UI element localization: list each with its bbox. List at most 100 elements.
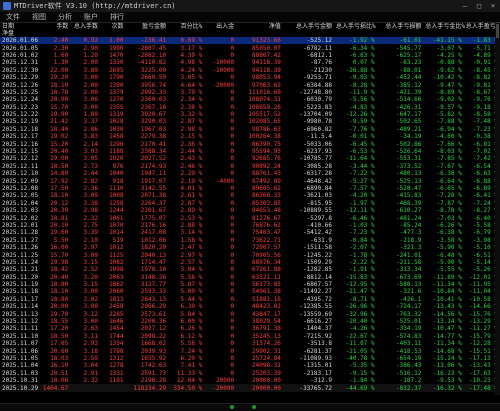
table-cell: 0 (230, 266, 235, 274)
column-header[interactable]: 百分比% (168, 23, 204, 37)
table-row[interactable]: 2025.12.15 20.40 3.03 1188 2388.34 2.44 % 0 955… (0, 148, 500, 155)
table-row[interactable]: 2025.11.19 18.80 3.15 1862 3127.77 5.87 % 0 561… (0, 281, 500, 288)
table-row[interactable]: 2025.12.03 20.30 2.98 1244 2301.67 2.89 % 0 846… (0, 207, 500, 214)
table-cell: -8.03 % (436, 148, 462, 156)
table-row[interactable]: 2025.12.16 15.20 2.14 1296 2170.41 2.36 % 0 863… (0, 140, 500, 148)
date-cell: 2025.12.31 (2, 59, 39, 67)
table-row[interactable]: 2025.11.28 19.60 3.39 1014 2417.08 3.14 % 0 754… (0, 229, 500, 236)
column-header[interactable]: 盈亏金额 (126, 23, 169, 37)
table-cell: 0 (230, 244, 235, 252)
table-row[interactable]: 2026.01.06 2.40 0.92 1.00 -236.41 0.69 % 0 9132… (0, 37, 500, 45)
table-row[interactable]: 2025.11.25 15.70 3.09 1125 2040.13 2.97 % 0 709… (0, 251, 500, 259)
table-row[interactable]: 2025.12.01 20.10 2.75 1070 2176.16 2.88 % 0 768… (0, 222, 500, 229)
table-row[interactable]: 2025.11.20 20.40 3.20 2063 3148.26 5.56 % 0 633… (0, 274, 500, 281)
table-cell: -40.78 % (345, 354, 375, 362)
table-row[interactable]: 2025.12.22 19.90 1.89 1319 3020.67 3.32 % 0 105… (0, 111, 500, 118)
table-cell: 2264.37 (140, 199, 167, 207)
date-cell: 2025.11.05 (2, 354, 39, 362)
table-row[interactable]: 2025.11.05 18.03 2.59 1312 1655.92 6.29 % 0 257… (0, 355, 500, 362)
table-row[interactable]: 2025.11.04 16.10 3.04 1278 1742.63 7.41 % 0 240… (0, 362, 500, 369)
table-cell: 5.00 % (180, 288, 203, 296)
table-row[interactable]: 2025.12.23 15.70 3.00 1355 2367.18 2.38 % 0 108… (0, 104, 500, 111)
column-header[interactable]: 次数 (100, 23, 126, 37)
column-header[interactable]: 总入手亏损额 (377, 23, 424, 37)
table-row[interactable]: 2025.12.24 20.90 3.06 1270 2360.03 2.34 % 0 108… (0, 96, 500, 103)
table-row[interactable]: 2025.12.26 18.10 2.00 1390 3956.74 4.64 % -200… (0, 81, 500, 89)
table-row[interactable]: 2025.11.18 18.10 3.00 2060 2593.33 5.00 % 0 549… (0, 288, 500, 295)
table-row[interactable]: 2025.11.07 17.05 2.93 1334 1668.02 5.58 % 0 315… (0, 340, 500, 347)
table-row[interactable]: 2025.11.10 18.50 3.11 1744 2098.22 6.12 % 0 352… (0, 333, 500, 340)
table-cell: -410.66 (306, 221, 332, 229)
table-row[interactable]: 2026.01.02 1.60 1.20 1470 -2082.10 4.39 % 0 888… (0, 52, 500, 59)
menu-view[interactable]: 视图 (26, 12, 52, 22)
table-cell: 2458 (109, 303, 124, 311)
table-row[interactable]: 2025.11.27 5.50 2.10 519 1012.06 1.58 % 0 73622… (0, 237, 500, 244)
column-header[interactable]: 总入手数 (70, 23, 100, 37)
table-cell: -1315.01 (303, 362, 332, 370)
table-row[interactable]: 2025.11.12 18.55 3.00 1646 2200.36 6.00 % 0 380… (0, 318, 500, 325)
column-header[interactable]: 总入手亏金额 (283, 23, 334, 37)
table-row[interactable]: 2025.12.12 19.00 3.05 1020 2027.52 2.43 % 0 926… (0, 155, 500, 162)
table-cell: -6.46 % (349, 214, 375, 222)
table-row[interactable]: 2025.12.10 14.80 2.44 1040 1947.11 2.29 % 0 887… (0, 170, 500, 177)
vertical-scrollbar[interactable] (495, 23, 500, 395)
column-header[interactable]: 手数 (40, 23, 70, 37)
table-row[interactable]: 2025.12.31 1.30 2.00 1330 -4110.82 4.98 % -100… (0, 59, 500, 66)
column-header[interactable]: 总入手亏金比% (423, 23, 465, 37)
minimize-button[interactable]: – (458, 0, 472, 12)
table-cell: -6890.84 (303, 185, 332, 192)
menu-file[interactable]: 文件 (0, 12, 26, 22)
table-cell: -13559.69 (299, 310, 332, 318)
table-cell: 18.78 (50, 88, 69, 96)
maximize-button[interactable]: □ (472, 0, 486, 12)
table-cell: 918 (112, 177, 124, 185)
menu-analysis[interactable]: 分析 (52, 12, 78, 22)
table-row[interactable]: 2025.12.29 19.20 3.00 1790 2660.59 3.05 % 0 980… (0, 74, 500, 81)
table-row[interactable]: 2025.11.17 18.80 3.02 1813 2643.13 5.44 % 0 518… (0, 296, 500, 303)
table-row[interactable]: 2025.12.08 17.50 2.36 1110 3142.55 4.01 % 0 896… (0, 185, 500, 192)
table-row[interactable]: 2025.12.17 19.02 3.83 1458 2279.38 2.15 % 0 100… (0, 133, 500, 140)
table-row[interactable]: 2025.11.13 19.70 3.12 2285 2573.61 5.84 % 0 438… (0, 310, 500, 318)
table-cell: -553.31 (396, 155, 422, 163)
menu-ranking[interactable]: 排行 (104, 12, 130, 22)
table-cell: -489.21 (396, 125, 422, 133)
table-row[interactable]: 2025.10.31 18.06 2.32 1191 2198.28 12.64 % 200… (0, 377, 500, 384)
table-row[interactable]: 2025.12.19 21.42 3.37 1028 3290.03 2.87 % 0 102… (0, 118, 500, 125)
table-row[interactable]: 2025.11.11 17.20 2.63 1454 2027.12 6.26 % 0 367… (0, 325, 500, 332)
column-header[interactable]: 总入手亏损比% (334, 23, 377, 37)
table-cell: 22.00 (50, 66, 69, 74)
table-cell: 1655.92 (140, 354, 167, 362)
table-row[interactable]: 2026.01.05 2.30 2.90 1990 -2807.45 3.17 % 0 850… (0, 44, 500, 52)
table-row[interactable]: 2025.12.09 17.92 2.82 918 1917.07 2.19 % -4000… (0, 177, 500, 185)
table-row[interactable]: 2025.11.21 18.42 2.52 1098 1978.10 3.04 % 0 672… (0, 266, 500, 273)
table-row[interactable]: 2025.12.04 20.12 3.38 1258 2264.37 2.87 % 0 853… (0, 200, 500, 207)
scrollbar-thumb[interactable] (496, 24, 499, 38)
close-button[interactable]: × (486, 0, 500, 12)
table-row[interactable]: 2025.12.02 18.81 2.32 1061 1775.07 2.53 % 0 812… (0, 214, 500, 222)
summary-row[interactable]: 2025.10.29 1404.67 118234.29 334.50 % -20000… (0, 384, 500, 392)
column-header[interactable]: 出入金 (204, 23, 236, 37)
date-cell: 2025.11.27 (2, 236, 39, 244)
table-cell: 3.15 (83, 258, 98, 266)
status-indicator-icon (252, 405, 256, 409)
table-cell: 15.70 (50, 251, 69, 259)
table-row[interactable]: 2025.12.11 18.50 2.73 976 2174.93 2.46 % 0 9089… (0, 163, 500, 170)
table-cell: -468.39 (396, 199, 422, 207)
table-cell: 2.91 (83, 369, 98, 377)
table-row[interactable]: 2025.12.05 18.10 3.09 1008 2071.38 2.61 % 0 862… (0, 192, 500, 199)
column-header[interactable]: 日期 净盘 (0, 23, 40, 37)
menu-account[interactable]: 账户 (78, 12, 104, 22)
column-header[interactable]: 净值 (236, 23, 283, 37)
table-row[interactable]: 2025.11.26 16.00 2.97 1012 1820.20 2.47 % 0 729… (0, 244, 500, 251)
table-row[interactable]: 2025.12.25 18.78 2.00 1379 2992.33 3.79 % 0 111… (0, 89, 500, 96)
table-row[interactable]: 2025.11.14 20.00 3.00 2458 2966.29 6.30 % 0 484… (0, 303, 500, 310)
table-row[interactable]: 2025.11.24 19.98 3.15 1082 1714.47 2.57 % 0 689… (0, 259, 500, 266)
table-cell: 118234.29 (125, 384, 169, 392)
table-row[interactable]: 2025.12.30 22.00 3.89 2695 3225.00 4.24 % -100… (0, 67, 500, 74)
table-row[interactable]: 2025.11.03 20.51 2.91 1331 2591.73 11.33 % 0 25… (0, 370, 500, 377)
table-cell: -9253.71 (303, 74, 332, 82)
table-cell: 3.38 (83, 199, 98, 207)
table-row[interactable]: 2025.12.18 18.40 2.86 1030 1967.03 2.98 % 0 987… (0, 126, 500, 133)
table-cell: -588.13 (396, 281, 422, 289)
table-row[interactable]: 2025.11.06 20.60 3.18 1788 2039.93 7.24 % 0 299… (0, 347, 500, 355)
